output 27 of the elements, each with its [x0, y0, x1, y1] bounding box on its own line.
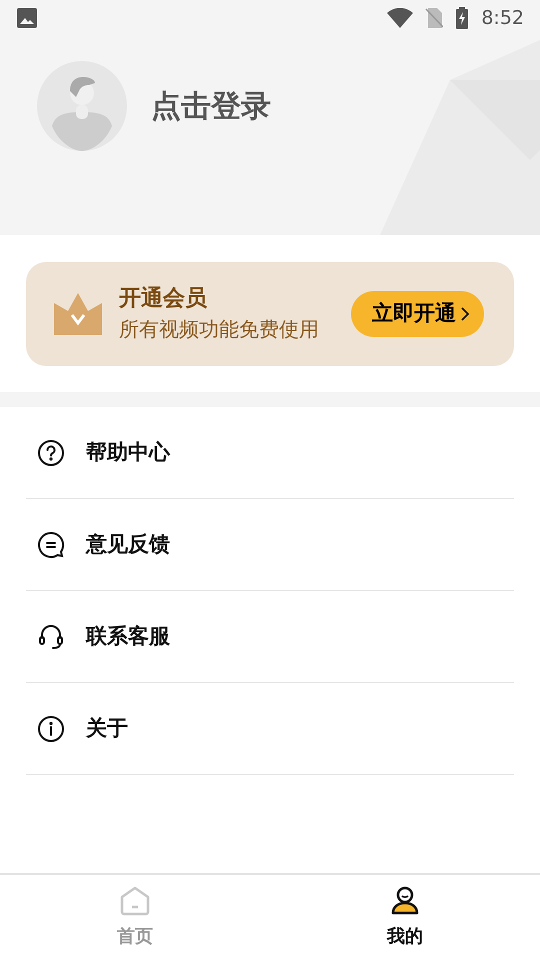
info-icon [37, 714, 65, 742]
chat-bubble-icon [37, 530, 65, 558]
activate-button[interactable]: 立即开通 [351, 291, 484, 337]
crown-icon [54, 293, 102, 335]
headset-icon [37, 622, 65, 650]
question-icon [37, 438, 65, 466]
avatar-icon[interactable] [37, 61, 127, 151]
menu-item-label: 意见反馈 [86, 530, 170, 558]
login-prompt[interactable]: 点击登录 [151, 84, 271, 128]
menu-item[interactable]: 意见反馈 [26, 499, 514, 591]
vip-title: 开通会员 [119, 285, 208, 313]
chevron-right-icon [460, 306, 470, 322]
menu-item-label: 帮助中心 [86, 438, 170, 466]
menu-item-label: 关于 [86, 714, 128, 742]
house-icon [119, 885, 151, 917]
vip-subtitle: 所有视频功能免费使用 [119, 316, 320, 343]
menu-item[interactable]: 关于 [26, 683, 514, 775]
menu-item-label: 联系客服 [86, 622, 170, 650]
image-icon [16, 7, 38, 29]
person-icon [389, 885, 421, 917]
status-time: 8:52 [481, 6, 524, 31]
menu-item[interactable]: 联系客服 [26, 591, 514, 683]
nav-tab[interactable]: 我的 [270, 875, 540, 960]
wifi-icon [387, 8, 414, 28]
battery-charging-icon [455, 7, 470, 29]
no-sim-icon [425, 8, 444, 28]
menu-item[interactable]: 帮助中心 [26, 407, 514, 499]
